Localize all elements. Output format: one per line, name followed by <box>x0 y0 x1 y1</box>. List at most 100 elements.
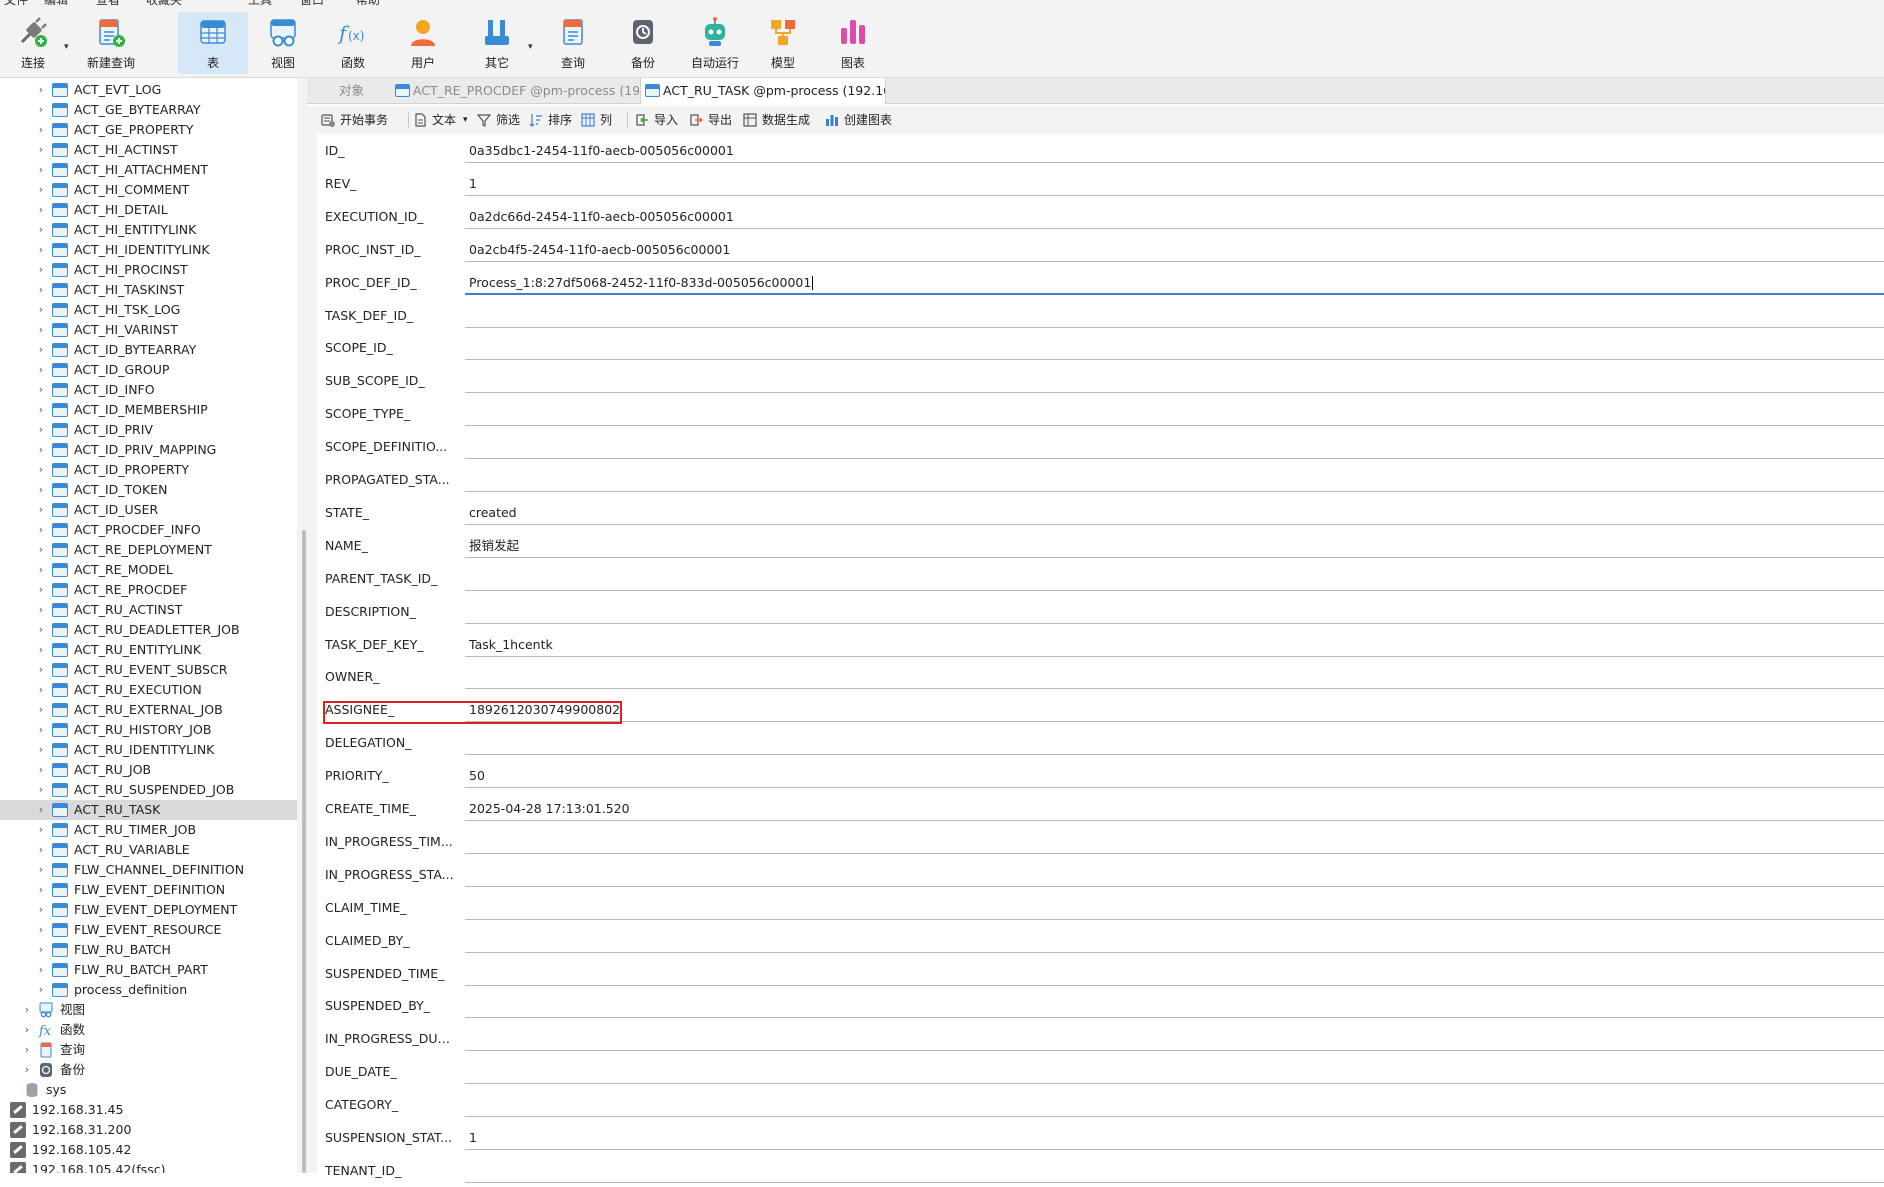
tab-act-ru-task[interactable]: ACT_RU_TASK @pm-process (192.16... <box>640 78 886 104</box>
tree-schema-item[interactable]: sys <box>0 1080 297 1100</box>
chevron-right-icon[interactable]: › <box>22 1060 32 1080</box>
begin-transaction-button[interactable]: 开始事务 <box>321 106 401 134</box>
tree-table-item[interactable]: › ACT_ID_PROPERTY <box>0 460 297 480</box>
tree-table-item[interactable]: › ACT_RU_TIMER_JOB <box>0 820 297 840</box>
field-value-input[interactable] <box>465 992 1884 1019</box>
tree-table-item[interactable]: › ACT_HI_ATTACHMENT <box>0 160 297 180</box>
chevron-right-icon[interactable]: › <box>36 260 46 280</box>
tree-table-item[interactable]: › ACT_RU_TASK <box>0 800 297 820</box>
field-value-input[interactable] <box>465 729 1884 756</box>
chevron-right-icon[interactable]: › <box>36 200 46 220</box>
chevron-right-icon[interactable]: › <box>36 520 46 540</box>
connect-button[interactable]: 连接 <box>0 12 66 74</box>
tree-table-item[interactable]: › ACT_RU_EXECUTION <box>0 680 297 700</box>
field-value-input[interactable]: 报销发起 <box>465 532 1884 558</box>
function-button[interactable]: f (x) 函数 <box>320 12 386 74</box>
tree-table-item[interactable]: › ACT_RU_EXTERNAL_JOB <box>0 700 297 720</box>
model-button[interactable]: 模型 <box>750 12 816 74</box>
tree-table-item[interactable]: › ACT_RE_DEPLOYMENT <box>0 540 297 560</box>
other-dropdown-icon[interactable]: ▾ <box>528 42 533 52</box>
chevron-right-icon[interactable]: › <box>36 760 46 780</box>
field-value-input[interactable] <box>465 367 1884 394</box>
field-value-input[interactable] <box>465 466 1884 492</box>
tree-connection-item[interactable]: 192.168.105.42 <box>0 1140 297 1160</box>
chevron-right-icon[interactable]: › <box>36 280 46 300</box>
chevron-right-icon[interactable]: › <box>36 800 46 820</box>
tree-table-item[interactable]: › FLW_EVENT_DEFINITION <box>0 880 297 900</box>
tree-group-item[interactable]: › 备份 <box>0 1060 297 1080</box>
chevron-right-icon[interactable]: › <box>36 240 46 260</box>
chevron-right-icon[interactable]: › <box>36 120 46 140</box>
field-value-input[interactable] <box>465 1157 1884 1183</box>
chevron-right-icon[interactable]: › <box>36 780 46 800</box>
tree-table-item[interactable]: › ACT_RU_HISTORY_JOB <box>0 720 297 740</box>
chevron-right-icon[interactable]: › <box>36 460 46 480</box>
chevron-right-icon[interactable]: › <box>36 820 46 840</box>
query-button[interactable]: 查询 <box>540 12 606 74</box>
chevron-right-icon[interactable]: › <box>36 840 46 860</box>
field-value-input[interactable]: 0a2cb4f5-2454-11f0-aecb-005056c00001 <box>465 236 1884 262</box>
chevron-right-icon[interactable]: › <box>36 160 46 180</box>
menu-tools[interactable]: 工具 <box>248 0 272 8</box>
tree-table-item[interactable]: › FLW_RU_BATCH_PART <box>0 960 297 980</box>
tree-connection-item[interactable]: 192.168.31.200 <box>0 1120 297 1140</box>
tree-table-item[interactable]: › process_definition <box>0 980 297 1000</box>
tree-table-item[interactable]: › ACT_HI_PROCINST <box>0 260 297 280</box>
tree-table-item[interactable]: › ACT_ID_PRIV_MAPPING <box>0 440 297 460</box>
tree-table-item[interactable]: › ACT_RU_DEADLETTER_JOB <box>0 620 297 640</box>
tree-group-item[interactable]: › 查询 <box>0 1040 297 1060</box>
field-value-input[interactable] <box>465 828 1884 854</box>
chevron-right-icon[interactable]: › <box>36 660 46 680</box>
field-value-input[interactable] <box>465 1091 1884 1118</box>
tree-table-item[interactable]: › FLW_CHANNEL_DEFINITION <box>0 860 297 880</box>
field-value-input[interactable] <box>465 598 1884 624</box>
field-value-input[interactable]: 0a2dc66d-2454-11f0-aecb-005056c00001 <box>465 203 1884 229</box>
tree-table-item[interactable]: › ACT_HI_TSK_LOG <box>0 300 297 320</box>
menu-view[interactable]: 查看 <box>96 0 120 8</box>
tree-table-item[interactable]: › ACT_RU_SUSPENDED_JOB <box>0 780 297 800</box>
menu-favorites[interactable]: 收藏夹 <box>146 0 182 8</box>
tree-table-item[interactable]: › ACT_HI_DETAIL <box>0 200 297 220</box>
menu-window[interactable]: 窗口 <box>300 0 324 8</box>
tree-table-item[interactable]: › ACT_RU_VARIABLE <box>0 840 297 860</box>
menu-file[interactable]: 文件 <box>4 0 28 8</box>
chevron-right-icon[interactable]: › <box>36 380 46 400</box>
chevron-right-icon[interactable]: › <box>36 80 46 100</box>
tree-table-item[interactable]: › ACT_GE_BYTEARRAY <box>0 100 297 120</box>
import-button[interactable]: 导入 <box>635 106 685 134</box>
view-button[interactable]: 视图 <box>250 12 316 74</box>
field-value-input[interactable] <box>465 334 1884 361</box>
chevron-right-icon[interactable]: › <box>36 880 46 900</box>
chevron-right-icon[interactable]: › <box>36 920 46 940</box>
chevron-right-icon[interactable]: › <box>36 300 46 320</box>
chevron-right-icon[interactable]: › <box>36 560 46 580</box>
field-value-input[interactable]: 50 <box>465 762 1884 789</box>
chevron-right-icon[interactable]: › <box>36 740 46 760</box>
chevron-right-icon[interactable]: › <box>36 480 46 500</box>
tree-table-item[interactable]: › ACT_ID_USER <box>0 500 297 520</box>
field-value-input[interactable] <box>465 927 1884 953</box>
chevron-right-icon[interactable]: › <box>36 720 46 740</box>
tree-connection-item[interactable]: 192.168.31.45 <box>0 1100 297 1120</box>
other-button[interactable]: 其它 <box>464 12 530 74</box>
chevron-right-icon[interactable]: › <box>36 340 46 360</box>
tree-group-item[interactable]: › 视图 <box>0 1000 297 1020</box>
chevron-right-icon[interactable]: › <box>36 860 46 880</box>
table-button[interactable]: 表 <box>178 12 248 74</box>
connect-dropdown-icon[interactable]: ▾ <box>64 42 69 52</box>
tree-table-item[interactable]: › ACT_ID_MEMBERSHIP <box>0 400 297 420</box>
tree-table-item[interactable]: › FLW_EVENT_RESOURCE <box>0 920 297 940</box>
field-value-input[interactable] <box>465 565 1884 591</box>
tab-objects[interactable]: 对象 <box>339 78 393 104</box>
chevron-right-icon[interactable]: › <box>22 1040 32 1060</box>
chevron-right-icon[interactable]: › <box>22 1020 32 1040</box>
chevron-right-icon[interactable]: › <box>36 680 46 700</box>
tree-table-item[interactable]: › FLW_EVENT_DEPLOYMENT <box>0 900 297 920</box>
tree-table-item[interactable]: › ACT_GE_PROPERTY <box>0 120 297 140</box>
chevron-right-icon[interactable]: › <box>36 140 46 160</box>
new-query-button[interactable]: 新建查询 <box>76 12 146 74</box>
tree-table-item[interactable]: › ACT_HI_IDENTITYLINK <box>0 240 297 260</box>
chevron-right-icon[interactable]: › <box>36 940 46 960</box>
tree-table-item[interactable]: › ACT_PROCDEF_INFO <box>0 520 297 540</box>
filter-button[interactable]: 筛选 <box>477 106 527 134</box>
